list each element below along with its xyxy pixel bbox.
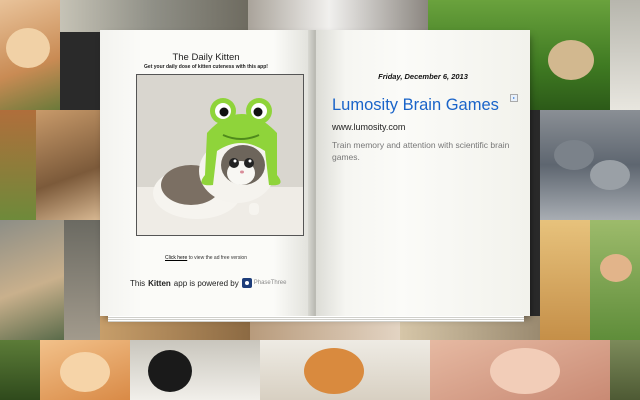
kitten-photo-tile xyxy=(590,220,640,340)
phasethree-logo[interactable]: PhaseThree xyxy=(241,278,287,288)
kitten-photo-tile xyxy=(60,0,248,32)
kitten-photo-tile xyxy=(540,110,640,220)
ad-choices-icon[interactable]: ▸ xyxy=(510,94,518,102)
powered-by-suffix: app is powered by xyxy=(173,278,239,288)
kitten-photo-tile xyxy=(40,340,130,400)
ad-free-version-link[interactable]: Click here xyxy=(165,255,187,261)
kitten-photo-tile xyxy=(248,0,428,32)
kitten-photo-tile xyxy=(610,0,640,110)
right-page: Friday, December 6, 2013 Lumosity Brain … xyxy=(316,30,530,316)
kitten-photo-tile xyxy=(430,340,610,400)
open-book: The Daily Kitten Get your daily dose of … xyxy=(100,30,530,322)
phasethree-logo-icon xyxy=(241,278,252,288)
kitten-photo-tile xyxy=(0,340,40,400)
app-tagline: Get your daily dose of kitten cuteness w… xyxy=(144,64,268,70)
kitten-photo-tile xyxy=(0,220,64,340)
text-ad[interactable]: Lumosity Brain Games www.lumosity.com Tr… xyxy=(332,96,517,163)
ad-free-link-line: Click here to view the ad free version xyxy=(100,255,312,261)
kitten-photo-tile xyxy=(0,110,36,220)
powered-by-app-name: Kitten xyxy=(148,278,171,288)
kitten-photo-tile xyxy=(36,110,100,220)
daily-kitten-photo[interactable] xyxy=(136,74,304,236)
ad-description: Train memory and attention with scientif… xyxy=(332,140,510,162)
kitten-photo-tile xyxy=(540,220,590,340)
left-page: The Daily Kitten Get your daily dose of … xyxy=(100,30,312,316)
ad-headline-link[interactable]: Lumosity Brain Games xyxy=(332,96,517,115)
kitten-photo-tile xyxy=(130,340,260,400)
kitten-in-frog-hat-image xyxy=(137,75,303,235)
ad-free-link-suffix: to view the ad free version xyxy=(187,255,247,261)
kitten-photo-tile xyxy=(610,340,640,400)
kitten-photo-tile xyxy=(260,340,430,400)
kitten-photo-tile xyxy=(0,0,60,110)
powered-by-line: This Kitten app is powered by PhaseThree xyxy=(130,278,286,288)
kitten-photo-tile xyxy=(64,220,100,340)
app-title: The Daily Kitten xyxy=(172,52,240,63)
powered-by-prefix: This xyxy=(130,278,146,288)
ad-display-url[interactable]: www.lumosity.com xyxy=(332,122,517,132)
phasethree-wordmark: PhaseThree xyxy=(253,280,287,286)
current-date: Friday, December 6, 2013 xyxy=(378,72,468,81)
